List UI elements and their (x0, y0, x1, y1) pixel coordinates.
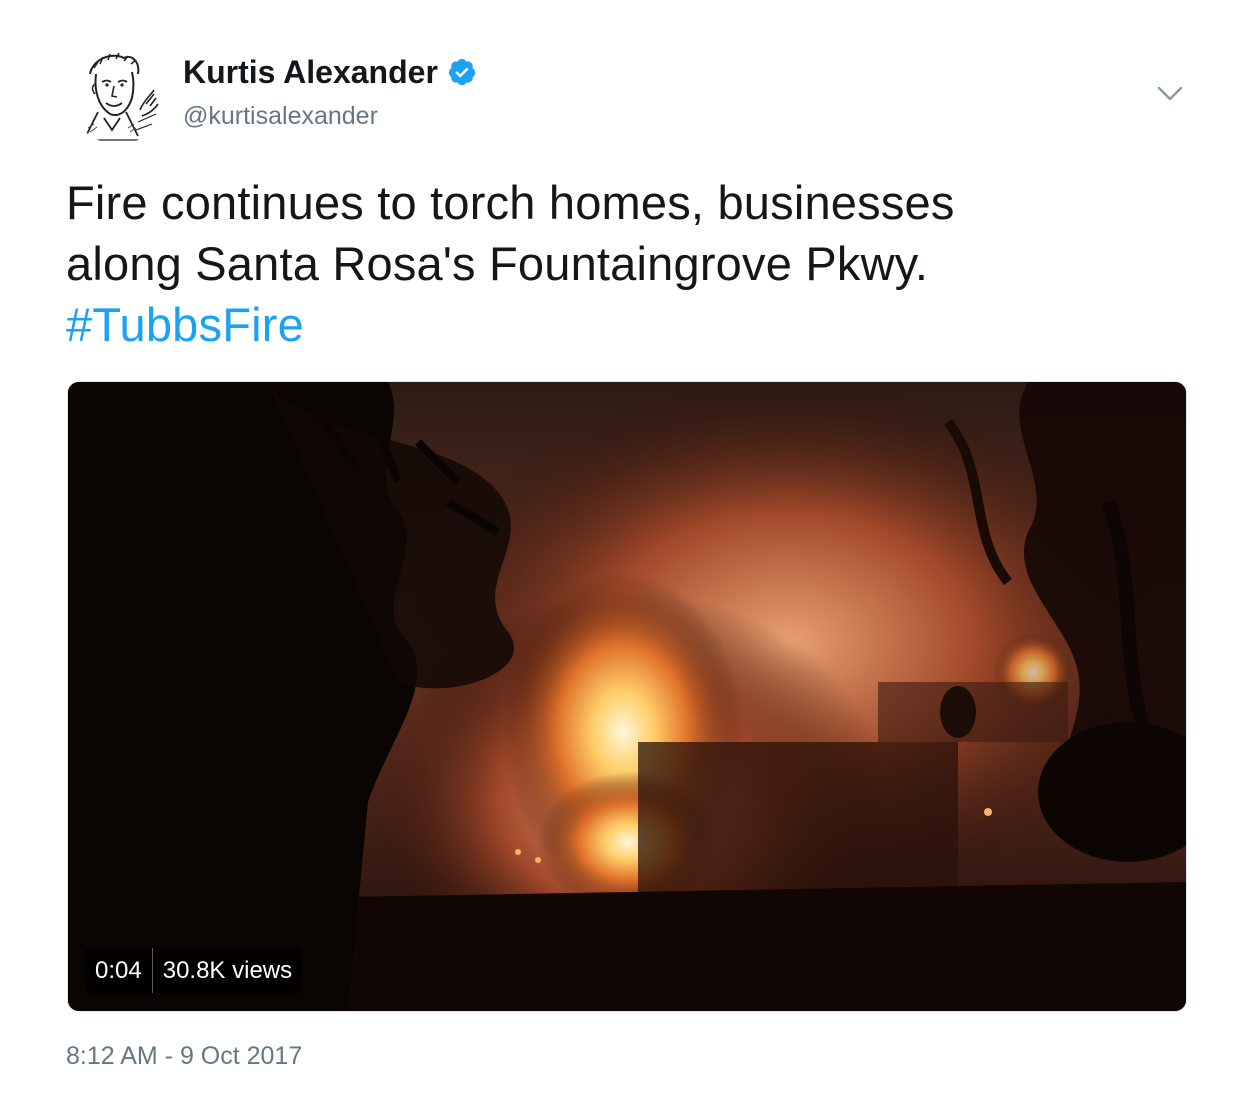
sketch-portrait-icon (68, 44, 168, 144)
video-info-badge: 0:04 30.8K views (85, 948, 303, 993)
hashtag-link[interactable]: #TubbsFire (66, 298, 304, 351)
video-player[interactable]: 0:04 30.8K views (67, 381, 1187, 1012)
tweet-text: Fire continues to torch homes, businesse… (66, 172, 1186, 355)
verified-badge-icon (447, 57, 477, 87)
tweet-text-line-1: Fire continues to torch homes, businesse… (66, 176, 955, 229)
tweet-card: Kurtis Alexander @kurtisalexander Fire c… (0, 0, 1242, 1094)
video-duration: 0:04 (95, 956, 142, 984)
author-display-name[interactable]: Kurtis Alexander (183, 52, 438, 92)
author-handle[interactable]: @kurtisalexander (183, 100, 378, 132)
author-avatar[interactable] (68, 44, 168, 144)
video-view-count: 30.8K views (162, 956, 293, 984)
tweet-timestamp[interactable]: 8:12 AM - 9 Oct 2017 (66, 1040, 302, 1072)
chevron-down-icon[interactable] (1155, 78, 1185, 108)
author-name-row: Kurtis Alexander (183, 52, 477, 92)
video-thumbnail-fire-scene (68, 382, 1186, 1011)
tweet-text-line-2: along Santa Rosa's Fountaingrove Pkwy. (66, 237, 929, 290)
